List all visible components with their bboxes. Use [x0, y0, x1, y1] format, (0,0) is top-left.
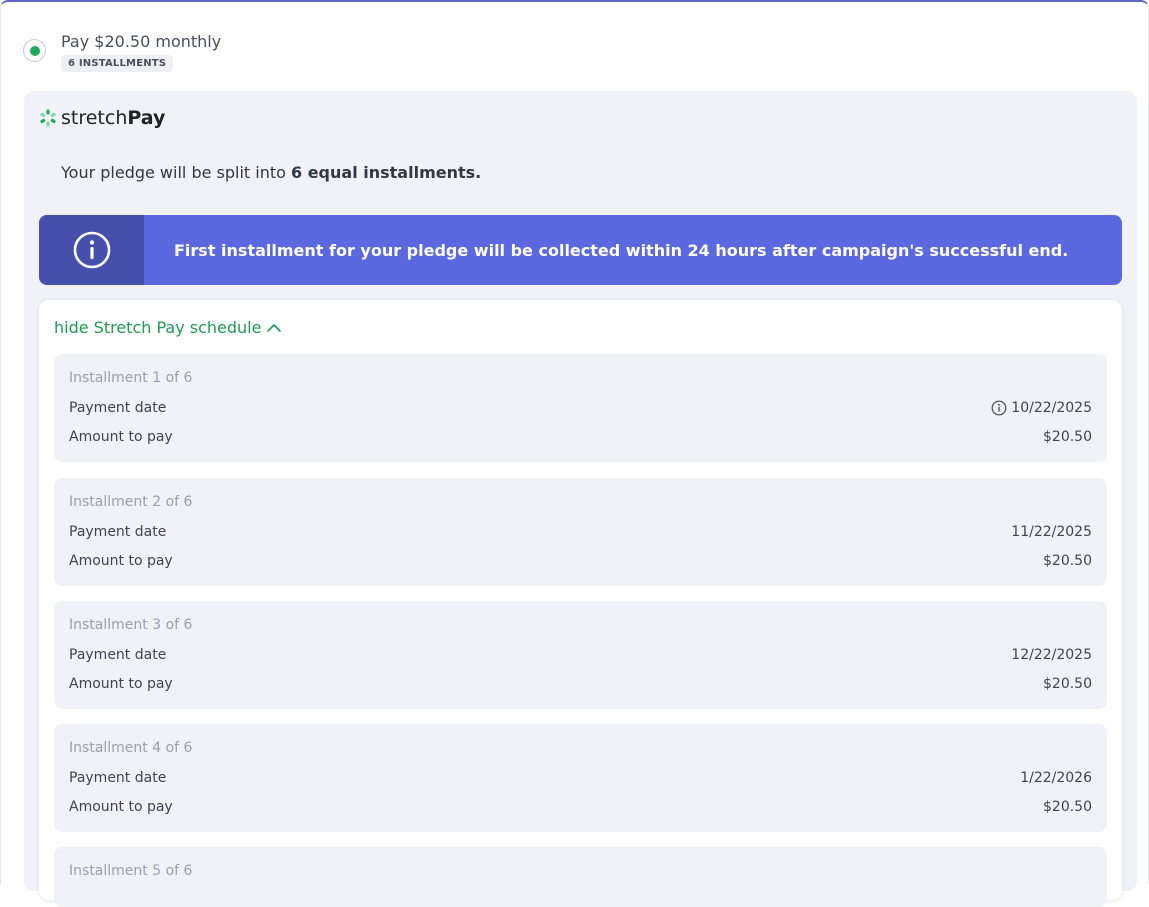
amount-label: Amount to pay	[69, 553, 173, 569]
radio-selected-dot	[30, 46, 40, 56]
stretchpay-schedule: hide Stretch Pay schedule Installment 1 …	[39, 300, 1122, 907]
amount-row: Amount to pay $20.50	[69, 797, 1092, 817]
installment-title: Installment 4 of 6	[69, 740, 193, 756]
payment-date-value: 10/22/2025	[1011, 400, 1092, 416]
installment-title: Installment 5 of 6	[69, 863, 193, 879]
payment-date-value: 1/22/2026	[1020, 770, 1092, 786]
amount-row: Amount to pay $20.50	[69, 551, 1092, 571]
amount-row: Amount to pay $20.50	[69, 674, 1092, 694]
chevron-up-icon	[267, 323, 282, 332]
stretchpay-panel: stretchPay Your pledge will be split int…	[24, 91, 1137, 907]
payment-date-row: Payment date 11/22/2025	[69, 522, 1092, 542]
payment-option-card: Pay $20.50 monthly 6 INSTALLMENTS stretc…	[0, 0, 1149, 907]
brand-text-light: stretch	[61, 107, 128, 129]
installment-card: Installment 3 of 6 Payment date 12/22/20…	[54, 601, 1107, 709]
payment-date-row: Payment date 10/22/2025	[69, 398, 1092, 418]
installments-badge: 6 INSTALLMENTS	[61, 55, 174, 72]
payment-date-value: 11/22/2025	[1011, 524, 1092, 540]
amount-value: $20.50	[1043, 429, 1092, 445]
payment-date-value-wrap: 10/22/2025	[991, 400, 1092, 416]
stretchpay-logo-icon	[40, 109, 56, 127]
payment-date-row: Payment date 12/22/2025	[69, 645, 1092, 665]
option-title: Pay $20.50 monthly	[61, 32, 222, 51]
amount-label: Amount to pay	[69, 676, 173, 692]
installment-title: Installment 1 of 6	[69, 370, 193, 386]
installment-card: Installment 1 of 6 Payment date 10/22/20…	[54, 354, 1107, 462]
info-banner: First installment for your pledge will b…	[39, 215, 1122, 285]
payment-date-value: 12/22/2025	[1011, 647, 1092, 663]
installment-card: Installment 2 of 6 Payment date 11/22/20…	[54, 478, 1107, 586]
installment-title: Installment 3 of 6	[69, 617, 193, 633]
hide-schedule-toggle[interactable]: hide Stretch Pay schedule	[54, 318, 282, 337]
brand-text: stretchPay	[61, 107, 165, 129]
amount-value: $20.50	[1043, 676, 1092, 692]
payment-date-label: Payment date	[69, 524, 167, 540]
brand-text-bold: Pay	[127, 107, 166, 129]
amount-value: $20.50	[1043, 799, 1092, 815]
amount-label: Amount to pay	[69, 429, 173, 445]
info-circle-icon	[73, 231, 110, 269]
amount-row: Amount to pay $20.50	[69, 427, 1092, 447]
installment-card: Installment 5 of 6	[54, 847, 1107, 907]
installment-title: Installment 2 of 6	[69, 494, 193, 510]
split-prefix: Your pledge will be split into	[61, 163, 291, 182]
amount-label: Amount to pay	[69, 799, 173, 815]
payment-date-label: Payment date	[69, 400, 167, 416]
amount-value: $20.50	[1043, 553, 1092, 569]
hide-schedule-label: hide Stretch Pay schedule	[54, 318, 262, 337]
payment-date-label: Payment date	[69, 770, 167, 786]
option-radio[interactable]	[23, 39, 46, 62]
info-circle-small-icon[interactable]	[991, 400, 1007, 416]
payment-date-row: Payment date 1/22/2026	[69, 768, 1092, 788]
split-emphasis: 6 equal installments.	[291, 163, 482, 182]
payment-date-label: Payment date	[69, 647, 167, 663]
split-description: Your pledge will be split into 6 equal i…	[61, 163, 481, 182]
installment-card: Installment 4 of 6 Payment date 1/22/202…	[54, 724, 1107, 832]
stretchpay-logo: stretchPay	[39, 106, 165, 130]
info-banner-icon-area	[39, 215, 144, 285]
info-banner-text: First installment for your pledge will b…	[174, 240, 1069, 260]
